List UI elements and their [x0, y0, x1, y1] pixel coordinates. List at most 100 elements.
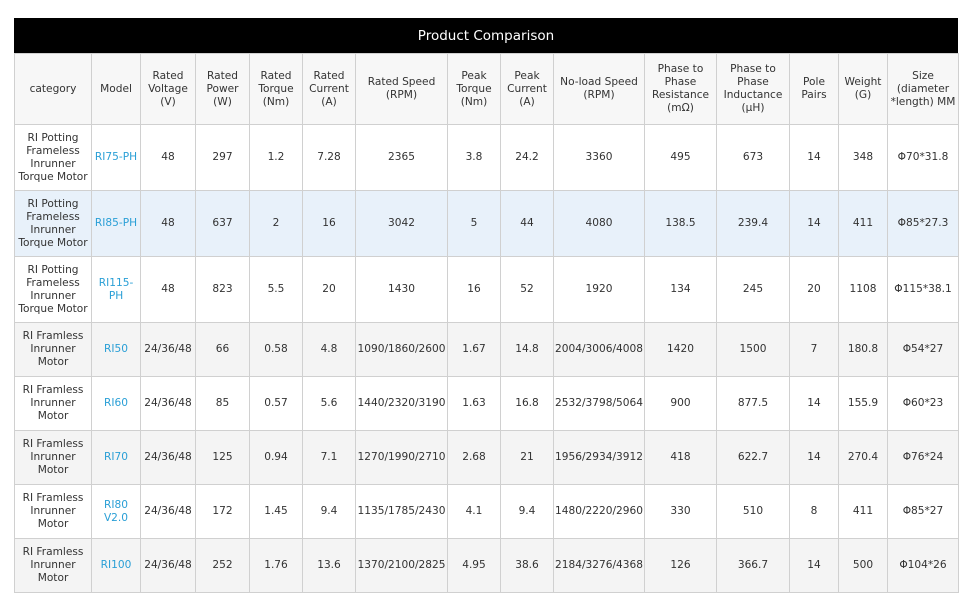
- cell-peak-current: 14.8: [500, 322, 554, 377]
- cell-peak-torque: 1.63: [447, 376, 501, 431]
- model-link[interactable]: RI75-PH: [95, 151, 137, 163]
- cell-pole-pairs: 14: [789, 124, 839, 191]
- model-link[interactable]: RI70: [104, 451, 128, 463]
- cell-model: RI80 V2.0: [91, 484, 141, 539]
- cell-no-load-speed: 3360: [553, 124, 645, 191]
- cell-rated-speed: 1090/1860/2600: [355, 322, 448, 377]
- cell-size: Φ115*38.1: [887, 256, 959, 323]
- cell-inductance: 366.7: [716, 538, 790, 593]
- table-row: RI Framless Inrunner Motor RI100 24/36/48 2…: [14, 538, 959, 593]
- col-header-peak-current: Peak Current (A): [500, 53, 554, 125]
- cell-rated-current: 7.28: [302, 124, 356, 191]
- cell-category: RI Potting Frameless Inrunner Torque Mot…: [14, 124, 92, 191]
- table-row: RI Framless Inrunner Motor RI60 24/36/48 85…: [14, 376, 959, 431]
- cell-weight: 500: [838, 538, 888, 593]
- cell-model: RI85-PH: [91, 190, 141, 257]
- cell-rated-power: 66: [195, 322, 250, 377]
- cell-rated-voltage: 24/36/48: [140, 322, 196, 377]
- cell-peak-current: 44: [500, 190, 554, 257]
- cell-pole-pairs: 7: [789, 322, 839, 377]
- cell-rated-torque: 0.57: [249, 376, 303, 431]
- cell-peak-current: 38.6: [500, 538, 554, 593]
- cell-weight: 411: [838, 190, 888, 257]
- cell-rated-speed: 3042: [355, 190, 448, 257]
- model-link[interactable]: RI60: [104, 397, 128, 409]
- cell-rated-power: 85: [195, 376, 250, 431]
- cell-rated-speed: 1430: [355, 256, 448, 323]
- cell-pole-pairs: 14: [789, 430, 839, 485]
- cell-no-load-speed: 4080: [553, 190, 645, 257]
- cell-rated-torque: 2: [249, 190, 303, 257]
- cell-model: RI115-PH: [91, 256, 141, 323]
- model-link[interactable]: RI80 V2.0: [104, 499, 128, 524]
- comparison-table: category Model Rated Voltage (V) Rated P…: [14, 53, 959, 593]
- cell-pole-pairs: 14: [789, 376, 839, 431]
- cell-resistance: 900: [644, 376, 717, 431]
- cell-resistance: 495: [644, 124, 717, 191]
- cell-no-load-speed: 2184/3276/4368: [553, 538, 645, 593]
- model-link[interactable]: RI50: [104, 343, 128, 355]
- table-row: RI Framless Inrunner Motor RI70 24/36/48 12…: [14, 430, 959, 485]
- cell-size: Φ85*27.3: [887, 190, 959, 257]
- col-header-inductance: Phase to Phase Inductance (μH): [716, 53, 790, 125]
- col-header-rated-power: Rated Power (W): [195, 53, 250, 125]
- cell-category: RI Framless Inrunner Motor: [14, 376, 92, 431]
- model-link[interactable]: RI115-PH: [99, 277, 134, 302]
- table-row: RI Potting Frameless Inrunner Torque Mot…: [14, 190, 959, 257]
- table-row: RI Framless Inrunner Motor RI50 24/36/48 66…: [14, 322, 959, 377]
- cell-inductance: 673: [716, 124, 790, 191]
- cell-rated-power: 823: [195, 256, 250, 323]
- cell-size: Φ70*31.8: [887, 124, 959, 191]
- cell-category: RI Potting Frameless Inrunner Torque Mot…: [14, 256, 92, 323]
- cell-category: RI Framless Inrunner Motor: [14, 484, 92, 539]
- cell-size: Φ76*24: [887, 430, 959, 485]
- cell-weight: 411: [838, 484, 888, 539]
- cell-rated-power: 252: [195, 538, 250, 593]
- cell-rated-speed: 1135/1785/2430: [355, 484, 448, 539]
- cell-no-load-speed: 1920: [553, 256, 645, 323]
- cell-rated-voltage: 24/36/48: [140, 376, 196, 431]
- cell-peak-torque: 3.8: [447, 124, 501, 191]
- cell-no-load-speed: 1956/2934/3912: [553, 430, 645, 485]
- cell-no-load-speed: 2532/3798/5064: [553, 376, 645, 431]
- cell-rated-speed: 1270/1990/2710: [355, 430, 448, 485]
- cell-rated-current: 4.8: [302, 322, 356, 377]
- cell-pole-pairs: 14: [789, 190, 839, 257]
- col-header-peak-torque: Peak Torque (Nm): [447, 53, 501, 125]
- cell-peak-current: 16.8: [500, 376, 554, 431]
- cell-inductance: 239.4: [716, 190, 790, 257]
- cell-category: RI Potting Frameless Inrunner Torque Mot…: [14, 190, 92, 257]
- cell-resistance: 138.5: [644, 190, 717, 257]
- cell-rated-current: 7.1: [302, 430, 356, 485]
- cell-peak-torque: 1.67: [447, 322, 501, 377]
- model-link[interactable]: RI85-PH: [95, 217, 137, 229]
- cell-model: RI60: [91, 376, 141, 431]
- cell-inductance: 510: [716, 484, 790, 539]
- cell-peak-torque: 5: [447, 190, 501, 257]
- model-link[interactable]: RI100: [101, 559, 132, 571]
- cell-peak-torque: 4.95: [447, 538, 501, 593]
- cell-rated-power: 125: [195, 430, 250, 485]
- cell-rated-voltage: 24/36/48: [140, 484, 196, 539]
- cell-peak-torque: 4.1: [447, 484, 501, 539]
- cell-peak-current: 9.4: [500, 484, 554, 539]
- cell-rated-speed: 2365: [355, 124, 448, 191]
- cell-resistance: 126: [644, 538, 717, 593]
- cell-rated-torque: 1.2: [249, 124, 303, 191]
- cell-rated-torque: 1.45: [249, 484, 303, 539]
- table-header-row: category Model Rated Voltage (V) Rated P…: [14, 53, 959, 125]
- cell-size: Φ85*27: [887, 484, 959, 539]
- cell-peak-torque: 2.68: [447, 430, 501, 485]
- cell-category: RI Framless Inrunner Motor: [14, 538, 92, 593]
- cell-model: RI100: [91, 538, 141, 593]
- cell-rated-current: 20: [302, 256, 356, 323]
- cell-rated-speed: 1370/2100/2825: [355, 538, 448, 593]
- page-title: Product Comparison: [14, 18, 958, 53]
- cell-resistance: 418: [644, 430, 717, 485]
- col-header-rated-speed: Rated Speed (RPM): [355, 53, 448, 125]
- cell-weight: 1108: [838, 256, 888, 323]
- col-header-rated-voltage: Rated Voltage (V): [140, 53, 196, 125]
- cell-peak-current: 24.2: [500, 124, 554, 191]
- col-header-resistance: Phase to Phase Resistance (mΩ): [644, 53, 717, 125]
- cell-weight: 180.8: [838, 322, 888, 377]
